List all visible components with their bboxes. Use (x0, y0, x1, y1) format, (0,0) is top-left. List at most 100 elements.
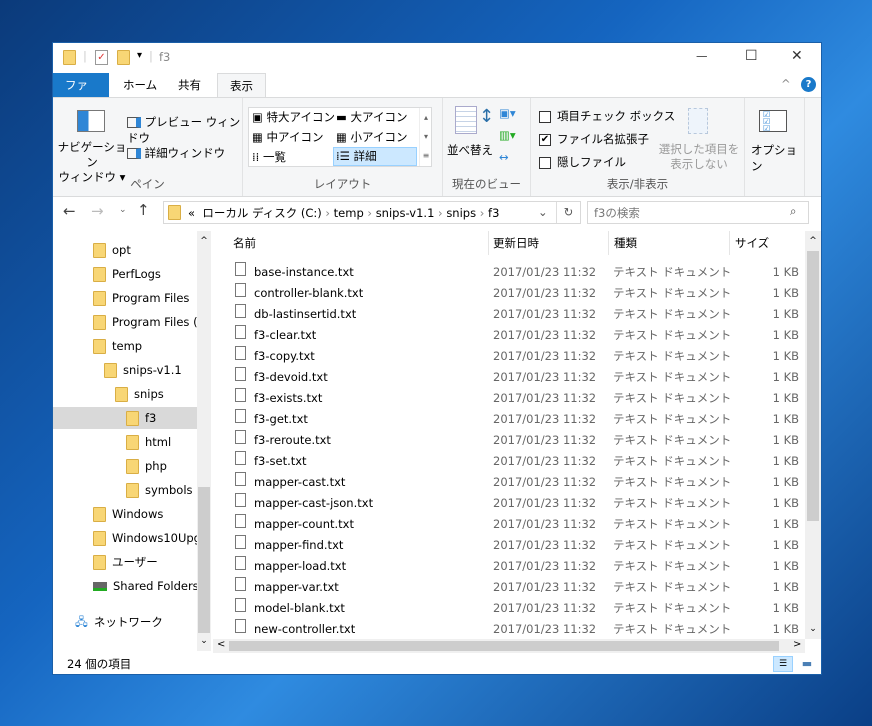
column-header-size[interactable]: サイズ (729, 231, 769, 255)
file-row[interactable]: f3-get.txt 2017/01/23 11:32 テキスト ドキュメント 1 K… (213, 409, 803, 430)
nav-item[interactable]: symbols (53, 479, 197, 501)
layout-list[interactable]: ⁞⁞ 一覧 (252, 149, 286, 165)
nav-item[interactable]: 🖧 ネットワーク (53, 611, 197, 633)
layout-scroll[interactable]: ▴ ▾ ≡ (419, 108, 432, 166)
file-row[interactable]: f3-clear.txt 2017/01/23 11:32 テキスト ドキュメント 1… (213, 325, 803, 346)
tab-view[interactable]: 表示 (217, 73, 266, 98)
scroll-left-icon[interactable]: < (217, 639, 225, 650)
nav-item[interactable]: snips (53, 383, 197, 405)
scroll-up-icon[interactable]: ^ (805, 231, 821, 251)
address-bar[interactable]: « ローカル ディスク (C:) › temp › snips-v1.1 › s… (163, 201, 581, 224)
address-dropdown-icon[interactable]: ⌄ (538, 205, 548, 219)
properties-icon[interactable]: ✓ (95, 50, 108, 65)
preview-pane-button[interactable]: プレビュー ウィンドウ (127, 114, 242, 146)
file-row[interactable]: controller-blank.txt 2017/01/23 11:32 テキスト… (213, 283, 803, 304)
nav-item[interactable]: temp (53, 335, 197, 357)
file-row[interactable]: f3-set.txt 2017/01/23 11:32 テキスト ドキュメント 1 K… (213, 451, 803, 472)
size-columns-icon[interactable]: ↔ (499, 150, 509, 164)
list-hscrollbar[interactable]: < > (213, 639, 805, 653)
file-row[interactable]: mapper-cast-json.txt 2017/01/23 11:32 テキスト… (213, 493, 803, 514)
maximize-button[interactable]: ☐ (745, 48, 758, 64)
checkbox[interactable] (539, 156, 551, 169)
layout-details[interactable]: ⁞☰ 詳細 (333, 147, 417, 166)
hide-selected-button[interactable]: 選択した項目を 表示しない (656, 142, 742, 172)
scroll-thumb[interactable] (229, 641, 779, 651)
search-input[interactable]: f3の検索 ⌕ (587, 201, 809, 224)
scroll-thumb[interactable] (198, 487, 210, 633)
nav-item[interactable]: Program Files (53, 287, 197, 309)
forward-button[interactable]: → (91, 202, 104, 220)
layout-large-icons[interactable]: ▬ 大アイコン (336, 109, 407, 125)
file-row[interactable]: f3-reroute.txt 2017/01/23 11:32 テキスト ドキュメン… (213, 430, 803, 451)
file-date: 2017/01/23 11:32 (493, 286, 597, 300)
nav-item[interactable]: Windows10Upg (53, 527, 197, 549)
nav-item[interactable]: html (53, 431, 197, 453)
breadcrumb-overflow[interactable]: « (188, 206, 195, 220)
details-view-button[interactable]: ☰ (773, 656, 793, 672)
scroll-down-icon[interactable]: ⌄ (197, 631, 211, 651)
nav-item[interactable]: f3 (53, 407, 197, 429)
nav-item[interactable]: snips-v1.1 (53, 359, 197, 381)
back-button[interactable]: ← (63, 202, 76, 220)
scroll-thumb[interactable] (807, 251, 819, 521)
nav-item[interactable]: Windows (53, 503, 197, 525)
file-row[interactable]: mapper-cast.txt 2017/01/23 11:32 テキスト ドキュメ… (213, 472, 803, 493)
scroll-up-icon[interactable]: ^ (197, 231, 211, 251)
file-row[interactable]: f3-copy.txt 2017/01/23 11:32 テキスト ドキュメント 1 … (213, 346, 803, 367)
checkbox[interactable] (539, 110, 551, 123)
file-extensions-toggle[interactable]: ✔ ファイル名拡張子 (539, 131, 649, 147)
breadcrumb-item[interactable]: snips (446, 206, 476, 220)
breadcrumb-item[interactable]: temp (334, 206, 364, 220)
tab-share[interactable]: 共有 (166, 73, 213, 97)
scroll-right-icon[interactable]: > (793, 639, 801, 650)
add-columns-icon[interactable]: ▥▾ (499, 128, 516, 142)
up-button[interactable]: ↑ (137, 201, 150, 219)
refresh-icon[interactable]: ↻ (556, 202, 580, 223)
nav-item[interactable]: Shared Folders (¥ (53, 575, 197, 597)
column-header-date[interactable]: 更新日時 (488, 231, 539, 255)
file-row[interactable]: base-instance.txt 2017/01/23 11:32 テキスト ドキ… (213, 262, 803, 283)
checkbox-checked[interactable]: ✔ (539, 133, 551, 146)
nav-item[interactable]: opt (53, 239, 197, 261)
recent-locations-button[interactable]: ⌄ (119, 205, 127, 215)
file-row[interactable]: mapper-var.txt 2017/01/23 11:32 テキスト ドキュメン… (213, 577, 803, 598)
item-checkboxes-toggle[interactable]: 項目チェック ボックス (539, 108, 675, 124)
tab-home[interactable]: ホーム (111, 73, 169, 97)
customize-qat-icon[interactable]: ▾ (137, 50, 142, 61)
nav-item[interactable]: ユーザー (53, 551, 197, 573)
file-row[interactable]: new-controller.txt 2017/01/23 11:32 テキスト ド… (213, 619, 803, 640)
file-row[interactable]: mapper-count.txt 2017/01/23 11:32 テキスト ドキュ… (213, 514, 803, 535)
file-row[interactable]: db-lastinsertid.txt 2017/01/23 11:32 テキスト … (213, 304, 803, 325)
column-header-type[interactable]: 種類 (608, 231, 637, 255)
list-scrollbar[interactable]: ^ ⌄ (805, 231, 821, 639)
details-pane-button[interactable]: 詳細ウィンドウ (127, 145, 225, 161)
breadcrumb-item[interactable]: snips-v1.1 (376, 206, 435, 220)
close-button[interactable]: ✕ (791, 48, 803, 64)
nav-item[interactable]: PerfLogs (53, 263, 197, 285)
large-icons-view-button[interactable]: ▬ (798, 656, 816, 672)
minimize-button[interactable]: — (696, 49, 708, 63)
help-icon[interactable]: ? (801, 77, 816, 92)
nav-item[interactable]: php (53, 455, 197, 477)
group-by-icon[interactable]: ▣▾ (499, 106, 516, 120)
file-row[interactable]: f3-devoid.txt 2017/01/23 11:32 テキスト ドキュメント… (213, 367, 803, 388)
layout-medium-icons[interactable]: ▦ 中アイコン (252, 129, 323, 145)
breadcrumb-item[interactable]: ローカル ディスク (C:) (202, 206, 321, 220)
new-folder-icon[interactable] (117, 50, 130, 65)
collapse-ribbon-icon[interactable]: ^ (781, 77, 791, 91)
file-row[interactable]: mapper-load.txt 2017/01/23 11:32 テキスト ドキュメ… (213, 556, 803, 577)
file-row[interactable]: f3-exists.txt 2017/01/23 11:32 テキスト ドキュメント… (213, 388, 803, 409)
column-header-name[interactable]: 名前 (233, 231, 256, 255)
hidden-items-toggle[interactable]: 隠しファイル (539, 154, 626, 170)
tab-file[interactable]: ファイル (53, 73, 109, 116)
file-row[interactable]: model-blank.txt 2017/01/23 11:32 テキスト ドキュメ… (213, 598, 803, 619)
breadcrumb-item[interactable]: f3 (488, 206, 499, 220)
options-button[interactable]: オプション (751, 142, 804, 174)
nav-scrollbar[interactable]: ^ ⌄ (197, 231, 211, 651)
layout-small-icons[interactable]: ▦ 小アイコン (336, 129, 407, 145)
layout-extra-large-icons[interactable]: ▣ 特大アイコン (252, 109, 335, 125)
sort-button[interactable]: 並べ替え (447, 142, 493, 158)
scroll-down-icon[interactable]: ⌄ (805, 619, 821, 639)
file-row[interactable]: mapper-find.txt 2017/01/23 11:32 テキスト ドキュメ… (213, 535, 803, 556)
nav-item[interactable]: Program Files (x (53, 311, 197, 333)
